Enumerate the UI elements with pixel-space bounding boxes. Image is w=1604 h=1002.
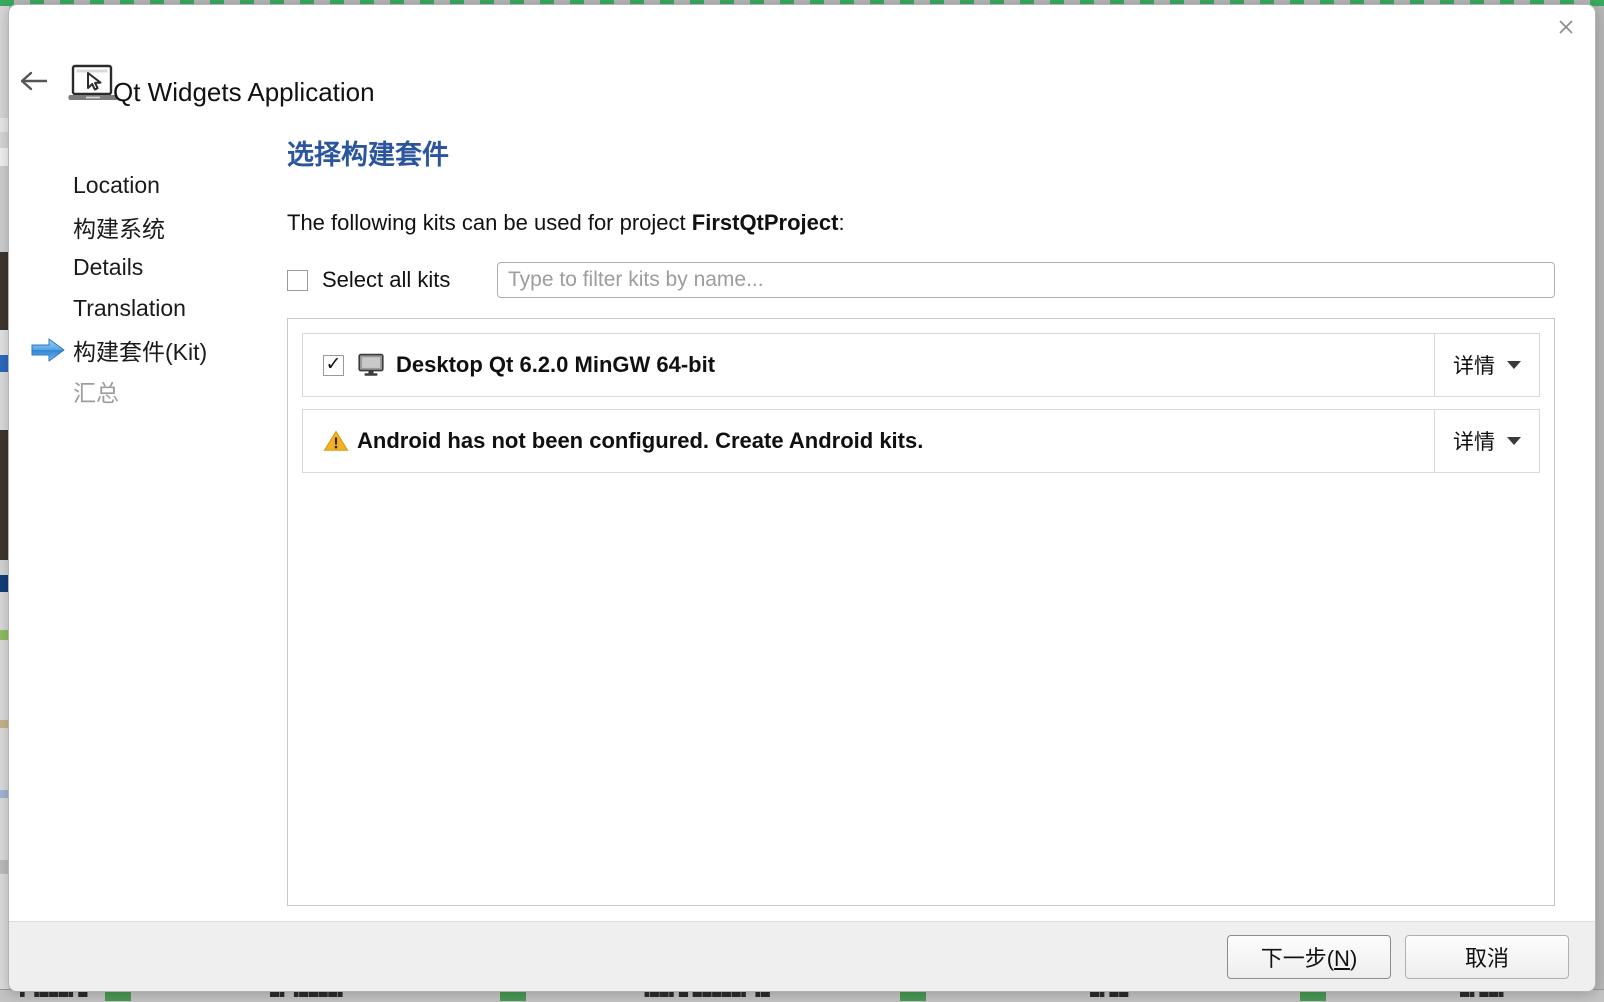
kit-details-dropdown[interactable]: 详情 xyxy=(1434,334,1539,396)
dialog-header: Qt Widgets Application xyxy=(9,49,1595,111)
sidebar-item-details[interactable]: Details xyxy=(9,247,287,288)
sidebar-item-label: 构建系统 xyxy=(73,215,165,242)
sidebar-item-summary[interactable]: 汇总 xyxy=(9,370,287,411)
wizard-main-pane: 选择构建套件 The following kits can be used fo… xyxy=(287,133,1555,906)
kit-details-dropdown[interactable]: 详情 xyxy=(1434,410,1539,472)
sidebar-item-translation[interactable]: Translation xyxy=(9,288,287,329)
kit-filter-input[interactable] xyxy=(497,262,1555,298)
sidebar-item-label: 汇总 xyxy=(73,379,119,406)
chevron-down-icon xyxy=(1507,437,1521,445)
kit-details-label: 详情 xyxy=(1453,431,1495,454)
kit-list-item-android-warning[interactable]: Android has not been configured. Create … xyxy=(302,409,1540,473)
checkbox-box-icon[interactable]: ✓ xyxy=(287,269,308,291)
kits-intro-prefix: The following kits can be used for proje… xyxy=(287,210,692,235)
background-status-green-chip xyxy=(900,991,926,1001)
dialog-titlebar xyxy=(9,5,1595,49)
warning-triangle-icon xyxy=(323,429,349,453)
sidebar-item-label: Location xyxy=(73,172,160,198)
qt-wizard-dialog: Qt Widgets Application Location 构建系统 Det… xyxy=(8,4,1596,992)
kit-row-main: Android has not been configured. Create … xyxy=(303,410,1434,472)
background-status-green-chip xyxy=(1300,991,1326,1001)
kits-intro-suffix: : xyxy=(838,210,845,235)
next-button-suffix: ) xyxy=(1349,945,1358,971)
kit-details-label: 详情 xyxy=(1453,355,1495,378)
kit-label: Android has not been configured. Create … xyxy=(357,428,924,453)
sidebar-item-label: 构建套件(Kit) xyxy=(73,338,208,365)
kit-list: ✓ Desktop Qt 6.2.0 MinGW 64-bit 详情 Andro… xyxy=(287,318,1555,906)
next-button[interactable]: 下一步(N) xyxy=(1227,934,1391,979)
next-button-prefix: 下一步( xyxy=(1260,945,1335,971)
kit-checkbox[interactable]: ✓ xyxy=(323,352,344,376)
section-heading: 选择构建套件 xyxy=(287,140,449,170)
checkmark-icon: ✓ xyxy=(325,352,342,375)
dialog-footer: 下一步(N) 取消 xyxy=(9,921,1595,991)
current-step-arrow-icon xyxy=(31,337,65,363)
close-icon[interactable] xyxy=(1543,8,1589,46)
sidebar-item-kit[interactable]: 构建套件(Kit) xyxy=(9,329,287,370)
kit-label: Desktop Qt 6.2.0 MinGW 64-bit xyxy=(396,352,716,377)
kit-row-main: ✓ Desktop Qt 6.2.0 MinGW 64-bit xyxy=(303,334,1434,396)
select-all-kits-checkbox[interactable]: ✓ Select all kits xyxy=(287,267,497,293)
back-arrow-icon[interactable] xyxy=(17,67,51,95)
kits-intro-text: The following kits can be used for proje… xyxy=(287,210,1555,236)
wizard-step-sidebar: Location 构建系统 Details Translation 构建套件(K… xyxy=(9,165,287,411)
select-all-kits-label: Select all kits xyxy=(322,267,451,292)
sidebar-item-label: Translation xyxy=(73,295,186,321)
background-status-green-chip xyxy=(105,991,131,1001)
sidebar-item-location[interactable]: Location xyxy=(9,165,287,206)
desktop-monitor-icon xyxy=(358,353,384,377)
cancel-button[interactable]: 取消 xyxy=(1405,934,1569,979)
page-title: Qt Widgets Application xyxy=(113,77,375,107)
background-status-green-chip xyxy=(500,991,526,1001)
sidebar-item-label: Details xyxy=(73,254,144,280)
project-name: FirstQtProject xyxy=(691,210,839,235)
next-button-mnemonic: N xyxy=(1334,945,1350,971)
laptop-cursor-icon xyxy=(67,63,119,105)
chevron-down-icon xyxy=(1507,361,1521,369)
kit-filter-row: ✓ Select all kits xyxy=(287,262,1555,298)
kit-list-item-desktop[interactable]: ✓ Desktop Qt 6.2.0 MinGW 64-bit 详情 xyxy=(302,333,1540,397)
sidebar-item-build-system[interactable]: 构建系统 xyxy=(9,206,287,247)
